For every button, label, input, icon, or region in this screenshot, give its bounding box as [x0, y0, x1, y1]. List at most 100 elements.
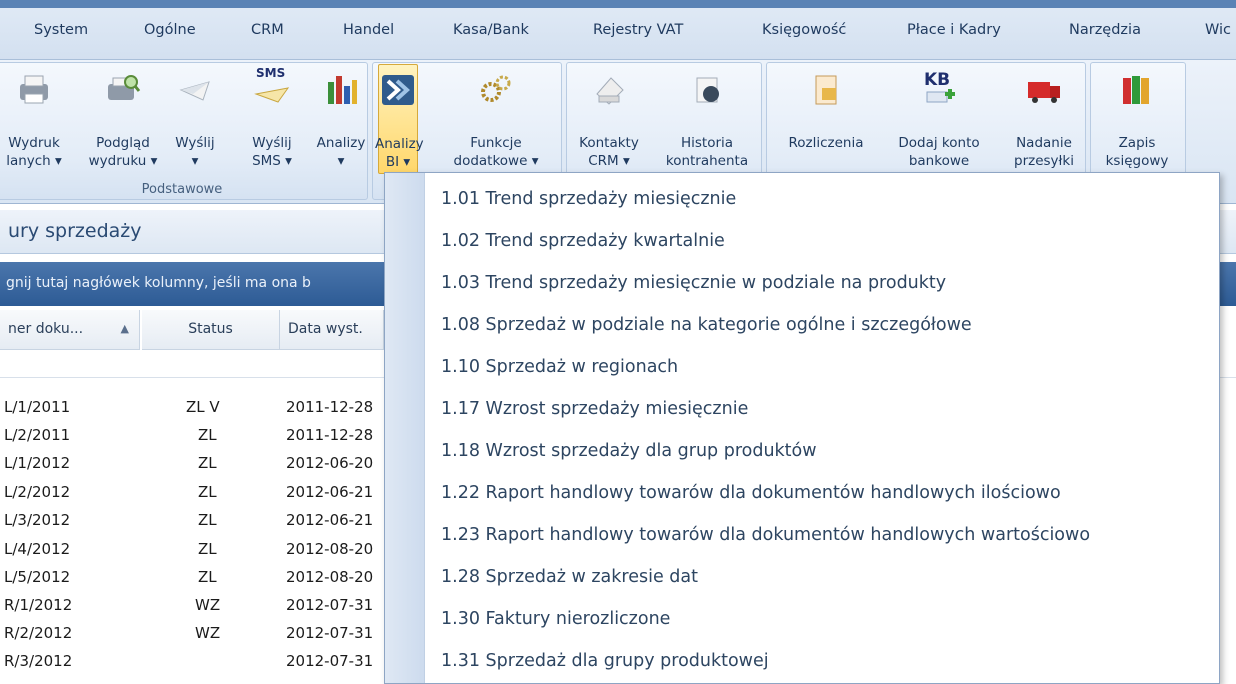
menu-item-bi-report[interactable]: 1.10 Sprzedaż w regionach — [441, 357, 678, 377]
table-row[interactable]: L/2/2011 ZL 2011-12-28 — [0, 424, 390, 448]
menu-item-bi-report[interactable]: 1.03 Trend sprzedaży miesięcznie w podzi… — [441, 273, 946, 293]
cell-issue-date: 2012-06-21 — [286, 511, 374, 529]
cell-issue-date: 2012-06-21 — [286, 483, 374, 501]
cell-issue-date: 2011-12-28 — [286, 426, 374, 444]
bi-analysis-icon — [382, 75, 414, 105]
cell-issue-date: 2012-07-31 — [286, 624, 374, 642]
menu-place-i-kadry[interactable]: Płace i Kadry — [907, 22, 1001, 38]
books-icon — [1123, 76, 1149, 104]
cell-status: WZ — [195, 596, 221, 614]
ribbon-group-label: Podstawowe — [141, 182, 223, 197]
menu-ogolne[interactable]: Ogólne — [144, 22, 196, 38]
send-label: Wyślij ▾ — [175, 135, 215, 169]
print-data-label: Wydruk lanych ▾ — [6, 135, 62, 169]
print-preview-button[interactable]: Podgląd wydruku ▾ — [88, 64, 158, 174]
cell-document-number: R/2/2012 — [4, 624, 73, 642]
analyses-button[interactable]: Analizy ▾ — [312, 64, 370, 174]
menu-system[interactable]: System — [34, 22, 88, 38]
printer-icon — [20, 75, 48, 104]
contacts-icon — [596, 77, 624, 105]
bi-analyses-button[interactable]: Analizy BI ▾ — [375, 64, 424, 174]
menu-ksiegowosc[interactable]: Księgowość — [762, 22, 846, 38]
cell-issue-date: 2012-07-31 — [286, 596, 374, 614]
menu-handel[interactable]: Handel — [343, 22, 394, 38]
menu-item-bi-report[interactable]: 1.22 Raport handlowy towarów dla dokumen… — [441, 483, 1061, 503]
column-header-label: Data wyst. — [288, 321, 363, 337]
cell-status: ZL — [198, 540, 217, 558]
table-row[interactable]: R/1/2012 WZ 2012-07-31 — [0, 594, 390, 618]
truck-icon — [1028, 82, 1060, 103]
menu-item-bi-report[interactable]: 1.02 Trend sprzedaży kwartalnie — [441, 231, 725, 251]
cell-status: WZ — [195, 624, 221, 642]
column-header-status[interactable]: Status — [142, 310, 280, 350]
analyses-label: Analizy ▾ — [316, 135, 366, 169]
cell-document-number: L/5/2012 — [4, 568, 71, 586]
cell-issue-date: 2012-07-31 — [286, 652, 374, 670]
send-sms-label: Wyślij SMS ▾ — [252, 135, 292, 169]
column-header-document-number[interactable]: ner doku... ▲ — [0, 310, 140, 350]
table-row[interactable]: L/1/2011 ZL V 2011-12-28 — [0, 396, 390, 420]
table-row[interactable]: L/4/2012 ZL 2012-08-20 — [0, 538, 390, 562]
sort-ascending-icon: ▲ — [120, 322, 129, 335]
menu-item-bi-report[interactable]: 1.28 Sprzedaż w zakresie dat — [441, 567, 698, 587]
print-data-button[interactable]: Wydruk lanych ▾ — [2, 64, 66, 174]
menu-widok[interactable]: Wic — [1205, 22, 1231, 38]
table-row[interactable]: R/3/2012 2012-07-31 — [0, 650, 390, 674]
menu-item-bi-report[interactable]: 1.08 Sprzedaż w podziale na kategorie og… — [441, 315, 972, 335]
column-header-label: Status — [188, 321, 233, 337]
history-icon — [696, 77, 719, 103]
table-row[interactable]: L/2/2012 ZL 2012-06-21 — [0, 481, 390, 505]
add-bank-account-label: Dodaj konto bankowe — [898, 135, 980, 169]
cell-issue-date: 2011-12-28 — [286, 398, 374, 416]
cell-document-number: L/4/2012 — [4, 540, 71, 558]
sms-badge: SMS — [256, 66, 286, 80]
menu-item-bi-report[interactable]: 1.30 Faktury nierozliczone — [441, 609, 670, 629]
menu-kasa-bank[interactable]: Kasa/Bank — [453, 22, 529, 38]
send-parcel-label: Nadanie przesyłki — [1014, 135, 1074, 169]
crm-contacts-button[interactable]: Kontakty CRM ▾ — [574, 64, 644, 174]
add-bank-account-button[interactable]: KB Dodaj konto bankowe — [884, 64, 994, 174]
bi-analyses-label: Analizy BI ▾ — [375, 136, 424, 170]
cell-document-number: R/3/2012 — [4, 652, 73, 670]
table-row[interactable]: L/5/2012 ZL 2012-08-20 — [0, 566, 390, 590]
cell-document-number: L/1/2012 — [4, 454, 71, 472]
cell-document-number: L/1/2011 — [4, 398, 71, 416]
table-row[interactable]: L/1/2012 ZL 2012-06-20 — [0, 452, 390, 476]
cell-issue-date: 2012-06-20 — [286, 454, 374, 472]
additional-functions-button[interactable]: Funkcje dodatkowe ▾ — [446, 64, 546, 174]
menu-item-bi-report[interactable]: 1.17 Wzrost sprzedaży miesięcznie — [441, 399, 748, 419]
menu-item-bi-report[interactable]: 1.31 Sprzedaż dla grupy produktowej — [441, 651, 769, 671]
table-row[interactable]: R/2/2012 WZ 2012-07-31 — [0, 622, 390, 646]
send-sms-button[interactable]: SMS Wyślij SMS ▾ — [246, 64, 298, 174]
menu-narzedzia[interactable]: Narzędzia — [1069, 22, 1141, 38]
kb-badge: KB — [924, 70, 951, 90]
cell-document-number: R/1/2012 — [4, 596, 73, 614]
cell-document-number: L/2/2012 — [4, 483, 71, 501]
settlements-button[interactable]: Rozliczenia — [776, 64, 876, 174]
menu-item-bi-report[interactable]: 1.01 Trend sprzedaży miesięcznie — [441, 189, 736, 209]
cell-status: ZL — [198, 511, 217, 529]
menu-rejestry-vat[interactable]: Rejestry VAT — [593, 22, 683, 38]
main-menu-bar: System Ogólne CRM Handel Kasa/Bank Rejes… — [0, 0, 1236, 60]
cell-status: ZL — [198, 483, 217, 501]
table-row[interactable]: L/3/2012 ZL 2012-06-21 — [0, 509, 390, 533]
send-button[interactable]: Wyślij ▾ — [172, 64, 218, 174]
send-icon — [179, 81, 210, 101]
bi-analyses-dropdown-menu: 1.01 Trend sprzedaży miesięcznie 1.02 Tr… — [384, 172, 1220, 684]
cell-document-number: L/2/2011 — [4, 426, 71, 444]
cell-issue-date: 2012-08-20 — [286, 540, 374, 558]
settlements-icon — [815, 75, 837, 105]
accounting-entry-button[interactable]: Zapis księgowy — [1096, 64, 1178, 174]
menu-crm[interactable]: CRM — [251, 22, 284, 38]
cell-document-number: L/3/2012 — [4, 511, 71, 529]
send-parcel-button[interactable]: Nadanie przesyłki — [1004, 64, 1084, 174]
menu-item-bi-report[interactable]: 1.18 Wzrost sprzedaży dla grup produktów — [441, 441, 817, 461]
cell-status: ZL — [198, 568, 217, 586]
contractor-history-button[interactable]: Historia kontrahenta — [654, 64, 760, 174]
print-preview-label: Podgląd wydruku ▾ — [88, 135, 158, 169]
menu-icon-gutter — [385, 173, 425, 683]
column-header-issue-date[interactable]: Data wyst. — [280, 310, 384, 350]
column-header-label: ner doku... — [8, 321, 84, 337]
print-preview-icon — [108, 75, 141, 100]
menu-item-bi-report[interactable]: 1.23 Raport handlowy towarów dla dokumen… — [441, 525, 1090, 545]
